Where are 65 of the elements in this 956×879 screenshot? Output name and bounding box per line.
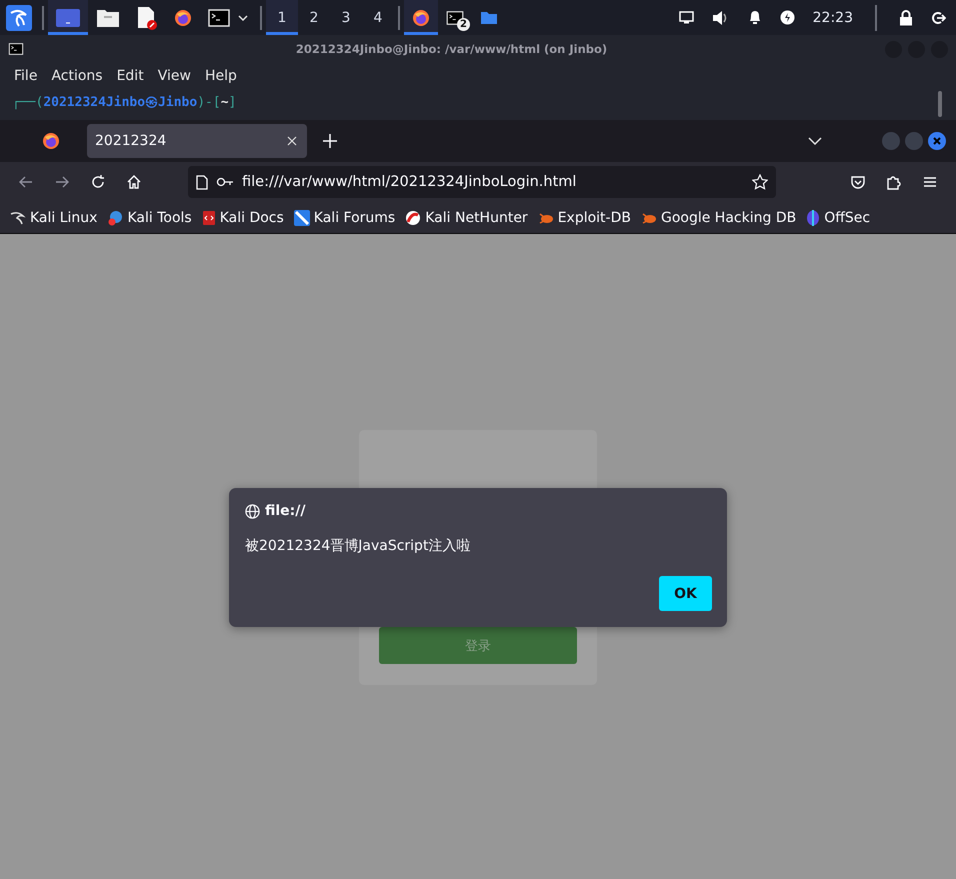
clock[interactable]: 22:23 [812, 10, 853, 26]
forward-icon[interactable] [54, 174, 70, 190]
menu-item[interactable]: View [158, 68, 191, 84]
terminal-icon[interactable] [208, 8, 230, 26]
menu-item[interactable]: Edit [116, 68, 144, 84]
power-icon[interactable] [780, 10, 795, 25]
bookmark[interactable]: Exploit-DB [538, 210, 631, 226]
caret-icon[interactable] [238, 14, 248, 20]
bookmark[interactable]: Kali Docs [202, 210, 284, 226]
reload-icon[interactable] [90, 174, 106, 190]
puzzle-icon[interactable] [886, 174, 902, 190]
globe-icon [245, 504, 260, 518]
nethunter-icon [405, 210, 422, 226]
tools-icon [107, 210, 124, 226]
scrollbar[interactable] [938, 91, 942, 117]
lock-icon[interactable] [899, 10, 913, 26]
dialog-origin: file:// [265, 503, 306, 519]
terminal-window-icon[interactable] [8, 43, 24, 55]
chevron-down-icon[interactable] [808, 137, 822, 145]
new-tab-icon[interactable] [323, 134, 337, 148]
bookmark[interactable]: OffSec [806, 210, 870, 226]
pocket-icon[interactable] [850, 174, 866, 190]
bookmark[interactable]: Kali NetHunter [405, 210, 528, 226]
kali-menu-icon[interactable] [6, 4, 32, 30]
bookmark[interactable]: Kali Forums [294, 210, 396, 226]
dragon-icon [10, 210, 26, 224]
book-icon [202, 210, 216, 226]
folder-icon[interactable] [481, 11, 497, 24]
page-icon [196, 174, 208, 190]
dialog-message: 被20212324晋博JavaScript注入啦 [245, 537, 472, 555]
browser-tab[interactable]: 20212324 [87, 124, 307, 158]
menu-item[interactable]: Help [204, 68, 237, 84]
logout-icon[interactable] [931, 10, 946, 24]
bell-icon[interactable] [748, 10, 762, 25]
close-button[interactable] [928, 132, 946, 150]
offsec-icon [806, 210, 820, 226]
workspace-button[interactable]: 1 [266, 0, 298, 35]
menu-item[interactable]: File [14, 68, 38, 84]
workspace-button[interactable]: 4 [362, 0, 394, 35]
star-icon[interactable] [752, 174, 768, 190]
show-desktop-icon[interactable] [56, 8, 80, 26]
firefox-icon[interactable] [42, 132, 60, 150]
workspace-button[interactable]: 2 [298, 0, 330, 35]
back-icon[interactable] [18, 174, 34, 190]
bug-icon [640, 210, 657, 224]
forums-icon [294, 210, 310, 226]
ok-button[interactable]: OK [659, 576, 712, 611]
network-icon[interactable] [678, 11, 694, 24]
workspace-button[interactable]: 3 [330, 0, 362, 35]
window-count-badge: 2 [457, 18, 470, 30]
close-icon[interactable] [287, 136, 297, 146]
bookmark[interactable]: Kali Linux [10, 210, 98, 226]
file-manager-icon[interactable] [96, 8, 120, 28]
key-icon[interactable] [216, 177, 234, 187]
text-editor-icon[interactable] [136, 6, 158, 30]
bookmark[interactable]: Google Hacking DB [640, 210, 796, 226]
firefox-icon[interactable] [174, 8, 192, 26]
menu-item[interactable]: Actions [51, 68, 103, 84]
firefox-task-icon[interactable] [412, 8, 430, 26]
prompt-line: ┌──(20212324Jinbo㉿Jinbo)-[~] [12, 94, 236, 110]
bug-icon [538, 210, 554, 224]
address-bar[interactable]: file:///var/www/html/20212324JinboLogin.html [188, 166, 776, 198]
home-icon[interactable] [126, 174, 142, 190]
bookmark[interactable]: Kali Tools [107, 210, 192, 226]
window-title: 20212324Jinbo@Jinbo: /var/www/html (on Jinbo) [294, 42, 608, 56]
